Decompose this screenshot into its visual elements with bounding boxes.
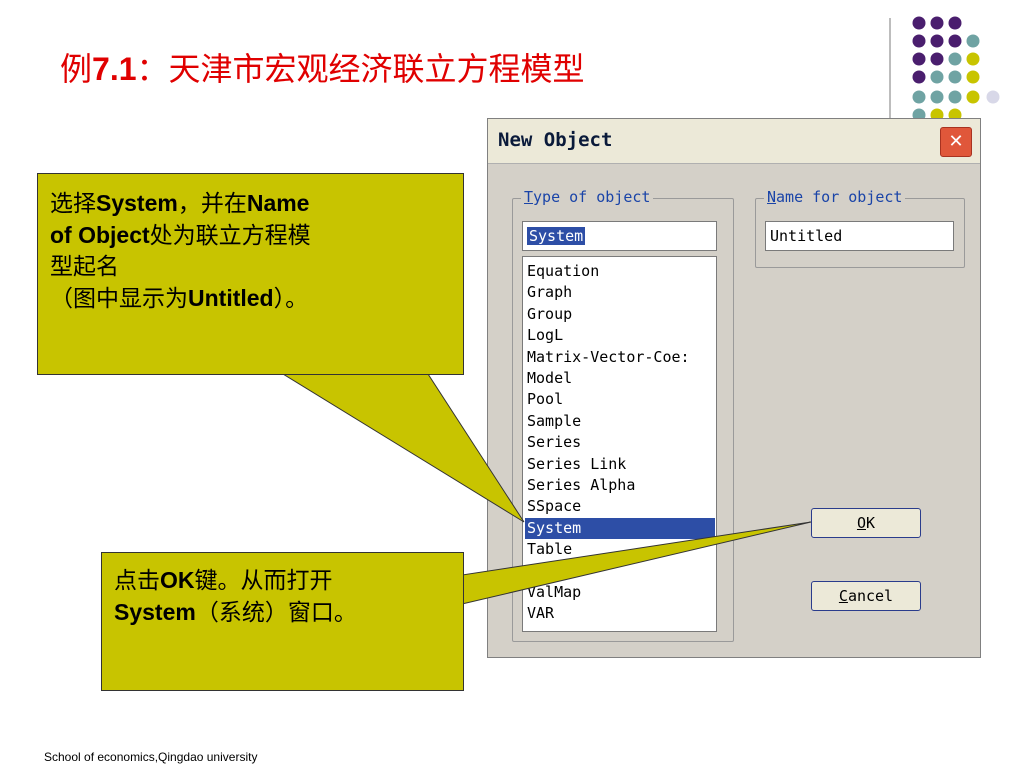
type-list-item[interactable]: ValMap	[527, 582, 581, 603]
slide-title: 例7.1：天津市宏观经济联立方程模型	[60, 44, 585, 90]
type-list[interactable]: Equation Graph Group LogL Matrix-Vector-Coe:…	[522, 256, 717, 632]
callout-ok-instruction: 点击OK键。从而打开 System（系统）窗口。	[101, 552, 464, 691]
type-list-item[interactable]: Group	[527, 304, 572, 325]
dialog-title: New Object	[498, 129, 613, 151]
type-list-item[interactable]: Equation	[527, 261, 599, 282]
callout2-line2: System（系统）窗口。	[114, 599, 357, 626]
name-group-label: Name for object	[764, 188, 906, 206]
type-list-item[interactable]: Graph	[527, 282, 572, 303]
callout-name-instruction: 选择System，并在Name of Object处为联立方程模 型起名 （图中…	[37, 173, 464, 375]
callout1-line3: 型起名	[50, 254, 119, 280]
callout1-line2: of Object处为联立方程模	[50, 222, 311, 249]
type-group-label: Type of object	[521, 188, 654, 206]
type-list-item[interactable]: Sample	[527, 411, 581, 432]
type-list-item[interactable]: Series	[527, 432, 581, 453]
type-list-item[interactable]: SSpace	[527, 496, 581, 517]
dialog-titlebar[interactable]: New Object ✕	[488, 119, 980, 164]
type-list-item[interactable]: Table	[527, 539, 572, 560]
type-list-item[interactable]: LogL	[527, 325, 563, 346]
type-selected-value: System	[527, 227, 586, 245]
type-list-item[interactable]: Series Link	[527, 454, 626, 475]
callout2-line1: 点击OK键。从而打开	[114, 567, 333, 594]
type-list-item[interactable]: Matrix-Vector-Coe:	[527, 347, 690, 368]
ok-button[interactable]: OK	[811, 508, 921, 538]
footer-text: School of economics,Qingdao university	[44, 750, 258, 764]
close-icon: ✕	[948, 131, 964, 152]
type-selected-field[interactable]: System	[522, 221, 717, 251]
title-prefix: 例	[60, 50, 93, 88]
type-list-item[interactable]: Model	[527, 368, 572, 389]
divider-line	[889, 18, 891, 118]
type-list-item[interactable]: Pool	[527, 389, 563, 410]
cancel-button[interactable]: Cancel	[811, 581, 921, 611]
type-list-item[interactable]: Text	[527, 561, 563, 582]
type-list-item[interactable]: VAR	[527, 603, 554, 624]
title-rest: ：天津市宏观经济联立方程模型	[136, 50, 585, 88]
callout1-line4: （图中显示为Untitled）。	[50, 285, 309, 312]
title-number: 7.1	[92, 51, 137, 87]
type-list-item[interactable]: Series Alpha	[527, 475, 635, 496]
light-dots	[986, 90, 1000, 104]
object-name-value: Untitled	[770, 227, 843, 245]
type-list-item[interactable]: System	[525, 517, 715, 539]
object-name-field[interactable]: Untitled	[765, 221, 954, 251]
close-button[interactable]: ✕	[940, 127, 972, 157]
callout1-line1: 选择System，并在Name	[50, 190, 310, 217]
